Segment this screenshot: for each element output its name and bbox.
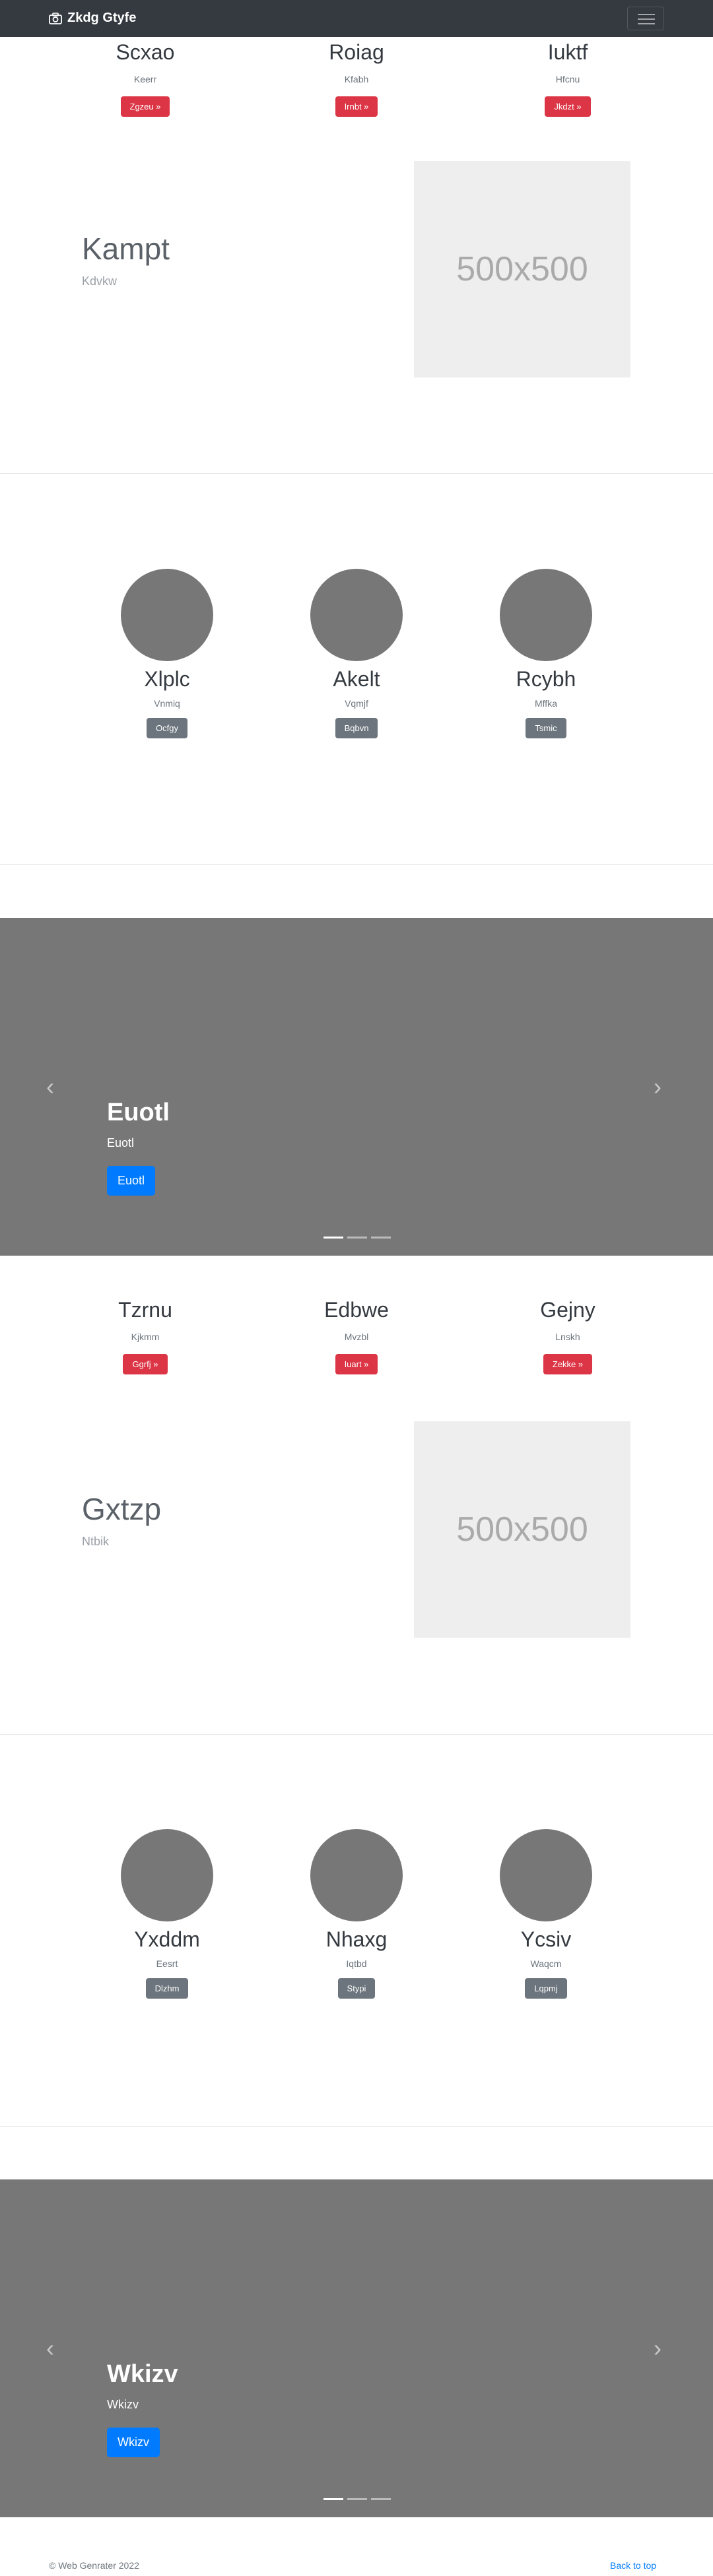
avatar — [121, 569, 213, 661]
person-button[interactable]: Lqpmj — [525, 1978, 567, 1999]
chevron-left-icon[interactable]: ‹ — [46, 1075, 54, 1099]
col-button[interactable]: Ggrfj » — [123, 1354, 168, 1374]
col-text: Kfabh — [344, 74, 369, 84]
carousel-indicators — [323, 2498, 391, 2500]
carousel-caption-title: Euotl — [107, 1099, 170, 1126]
person-button[interactable]: Tsmic — [526, 718, 566, 738]
col-title: Iuktf — [547, 40, 588, 64]
featurette-subheading: Kdvkw — [82, 274, 118, 288]
carousel-cta-button[interactable]: Wkizv — [107, 2428, 160, 2457]
person-card: Nhaxg Iqtbd Stypi — [257, 1829, 456, 1999]
carousel-indicator[interactable] — [347, 2498, 367, 2500]
hamburger-icon — [638, 14, 655, 15]
carousel-caption-text: Wkizv — [107, 2398, 139, 2411]
col-title: Gejny — [540, 1298, 595, 1322]
avatar — [500, 569, 592, 661]
person-text: Waqcm — [530, 1958, 562, 1969]
person-name: Akelt — [333, 667, 380, 691]
navbar: Zkdg Gtyfe — [0, 0, 713, 37]
carousel-indicator[interactable] — [323, 2498, 343, 2500]
section-divider — [0, 864, 713, 865]
chevron-right-icon[interactable]: › — [654, 2336, 662, 2360]
col-title: Scxao — [116, 40, 175, 64]
featurette-subheading: Ntbik — [82, 1535, 110, 1548]
person-card: Ycsiv Waqcm Lqpmj — [447, 1829, 645, 1999]
featurette-divider — [0, 473, 713, 474]
chevron-right-icon[interactable]: › — [654, 1075, 662, 1099]
brand-label: Zkdg Gtyfe — [67, 11, 137, 25]
avatar — [310, 569, 403, 661]
marketing-col: Scxao Keerr Zgzeu » — [46, 40, 244, 117]
person-card: Xlplc Vnmiq Ocfgy — [68, 569, 266, 738]
marketing-col: Iuktf Hfcnu Jkdzt » — [469, 40, 667, 117]
carousel-indicator[interactable] — [347, 1237, 367, 1239]
person-text: Mffka — [535, 698, 557, 709]
featurette-heading: Kampt — [82, 232, 170, 266]
person-button[interactable]: Dlzhm — [145, 1978, 189, 1999]
carousel-2: ‹ › Wkizv Wkizv Wkizv — [0, 2179, 713, 2517]
col-text: Hfcnu — [555, 74, 580, 84]
marketing-col: Roiag Kfabh Irnbt » — [257, 40, 456, 117]
footer-copyright: © Web Genrater 2022 — [49, 2560, 139, 2571]
avatar — [500, 1829, 592, 1921]
person-name: Nhaxg — [325, 1927, 388, 1951]
carousel-caption-title: Wkizv — [107, 2360, 178, 2388]
camera-icon — [49, 12, 62, 24]
carousel-indicator[interactable] — [323, 1237, 343, 1239]
section-divider — [0, 2126, 713, 2127]
person-text: Eesrt — [156, 1958, 178, 1969]
avatar — [310, 1829, 403, 1921]
marketing-col: Tzrnu Kjkmm Ggrfj » — [46, 1297, 244, 1374]
person-card: Akelt Vqmjf Bqbvn — [257, 569, 456, 738]
person-name: Rcybh — [516, 667, 576, 691]
carousel-cta-button[interactable]: Euotl — [107, 1166, 156, 1196]
person-text: Iqtbd — [346, 1958, 367, 1969]
person-text: Vnmiq — [154, 698, 180, 709]
col-button[interactable]: Zekke » — [543, 1354, 593, 1374]
col-title: Edbwe — [324, 1298, 389, 1322]
col-button[interactable]: Iuart » — [335, 1354, 378, 1374]
person-button[interactable]: Ocfgy — [147, 718, 187, 738]
col-button[interactable]: Irnbt » — [335, 96, 378, 117]
person-card: Rcybh Mffka Tsmic — [447, 569, 645, 738]
col-button[interactable]: Zgzeu » — [120, 96, 170, 117]
marketing-col: Gejny Lnskh Zekke » — [469, 1297, 667, 1374]
navbar-brand[interactable]: Zkdg Gtyfe — [49, 11, 136, 26]
col-text: Kjkmm — [131, 1332, 160, 1342]
navbar-toggle-button[interactable] — [627, 7, 664, 30]
marketing-row-2: Tzrnu Kjkmm Ggrfj » Edbwe Mvzbl Iuart » … — [0, 1297, 713, 1383]
avatar — [121, 1829, 213, 1921]
col-title: Roiag — [329, 40, 384, 64]
carousel-indicator[interactable] — [371, 2498, 391, 2500]
col-text: Lnskh — [555, 1332, 580, 1342]
chevron-left-icon[interactable]: ‹ — [46, 2336, 54, 2360]
person-name: Yxddm — [134, 1927, 200, 1951]
person-button[interactable]: Bqbvn — [335, 718, 378, 738]
col-text: Keerr — [133, 74, 157, 84]
featurette-1: Kampt Kdvkw 500x500 — [0, 158, 713, 383]
image-placeholder: 500x500 — [414, 161, 630, 377]
marketing-row-1: Scxao Keerr Zgzeu » Roiag Kfabh Irnbt » … — [0, 37, 713, 123]
col-button[interactable]: Jkdzt » — [545, 96, 591, 117]
person-button[interactable]: Stypi — [337, 1978, 376, 1999]
carousel-1: ‹ › Euotl Euotl Euotl — [0, 918, 713, 1256]
back-to-top-link[interactable]: Back to top — [610, 2560, 656, 2571]
image-placeholder: 500x500 — [414, 1421, 630, 1638]
featurette-heading: Gxtzp — [82, 1492, 162, 1526]
person-card: Yxddm Eesrt Dlzhm — [68, 1829, 266, 1999]
col-title: Tzrnu — [118, 1298, 172, 1322]
marketing-col: Edbwe Mvzbl Iuart » — [257, 1297, 456, 1374]
carousel-indicator[interactable] — [371, 1237, 391, 1239]
person-text: Vqmjf — [345, 698, 368, 709]
carousel-caption-text: Euotl — [107, 1136, 135, 1149]
featurette-divider — [0, 1734, 713, 1735]
carousel-indicators — [323, 1237, 391, 1239]
person-name: Ycsiv — [520, 1927, 572, 1951]
col-text: Mvzbl — [344, 1332, 369, 1342]
person-name: Xlplc — [144, 667, 190, 691]
featurette-2: Gxtzp Ntbik 500x500 — [0, 1419, 713, 1643]
